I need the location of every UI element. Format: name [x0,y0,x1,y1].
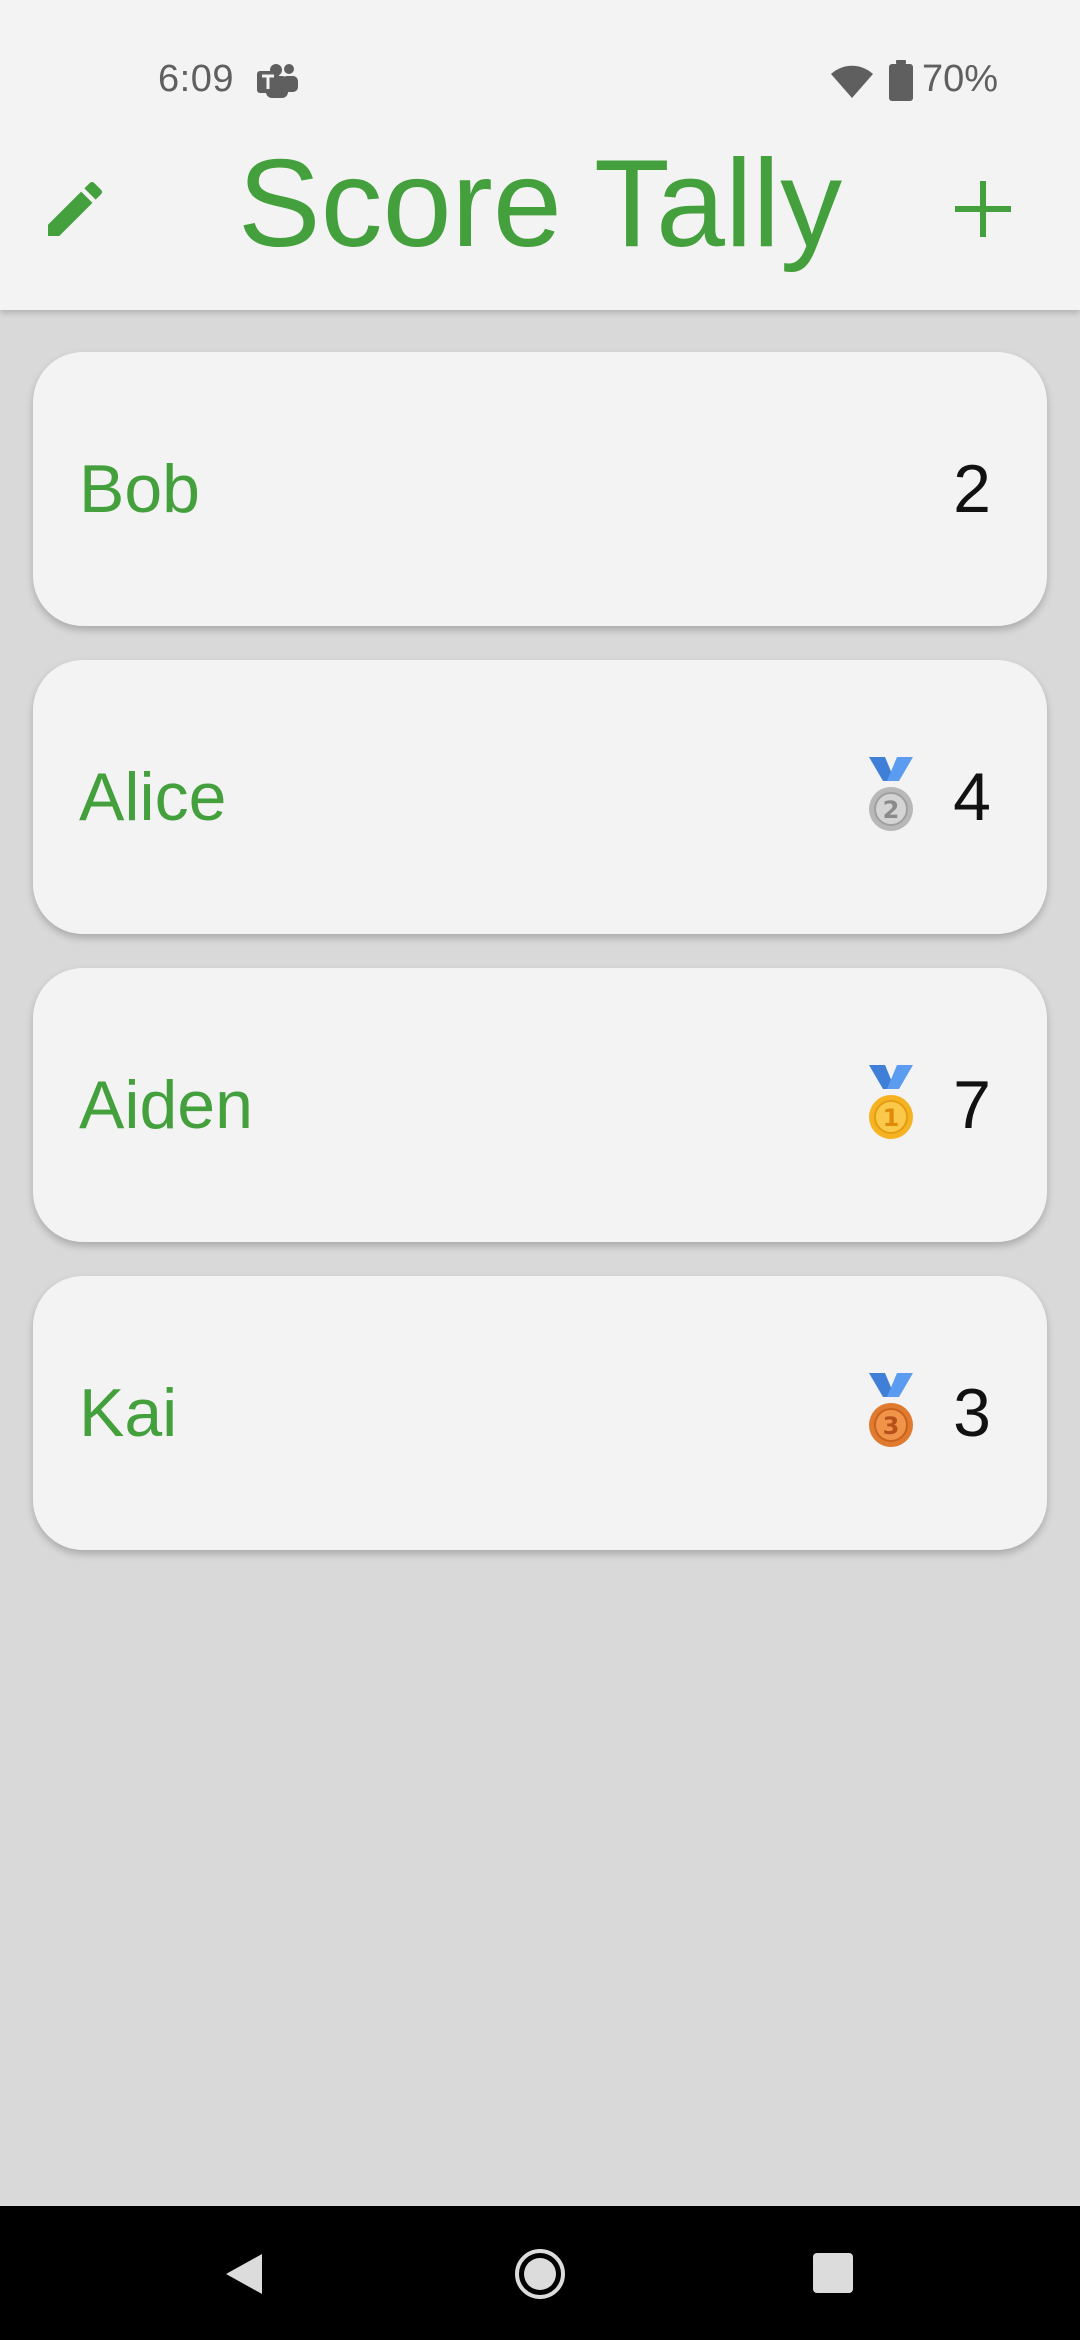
top-bar: 6:09 70% Score Tally [0,0,1080,310]
recents-icon[interactable] [812,2252,854,2294]
battery-icon [889,60,913,101]
navigation-bar [0,2206,1080,2340]
player-card[interactable]: Aiden 1 7 [33,968,1047,1242]
player-score: 4 [953,759,991,835]
player-name: Aiden [79,1067,253,1143]
bronze-medal-icon: 3 [869,1373,913,1447]
player-score: 7 [953,1067,991,1143]
status-time: 6:09 [158,58,234,100]
player-score: 3 [953,1375,991,1451]
medal-rank: 3 [883,1412,900,1440]
player-name: Kai [79,1375,178,1451]
screen: 6:09 70% Score Tally Bob 2 Alice 2 4 Aid… [0,0,1080,2340]
player-name: Bob [79,451,200,527]
teams-icon [257,64,298,98]
player-name: Alice [79,759,227,835]
medal-rank: 1 [883,1104,900,1132]
app-bar: Score Tally [0,130,1080,310]
add-button[interactable] [938,164,1028,254]
player-list: Bob 2 Alice 2 4 Aiden 1 7 Kai 3 3 [33,352,1047,1584]
back-icon[interactable] [222,2250,266,2298]
player-card[interactable]: Kai 3 3 [33,1276,1047,1550]
player-score: 2 [953,451,991,527]
add-icon [955,181,1011,237]
silver-medal-icon: 2 [869,757,913,831]
battery-percentage: 70% [922,58,999,100]
page-title: Score Tally [237,135,843,273]
gold-medal-icon: 1 [869,1065,913,1139]
wifi-icon [831,65,873,98]
medal-rank: 2 [883,796,900,824]
status-bar: 6:09 70% [0,0,1080,130]
home-icon[interactable] [514,2248,566,2300]
player-card[interactable]: Bob 2 [33,352,1047,626]
player-card[interactable]: Alice 2 4 [33,660,1047,934]
